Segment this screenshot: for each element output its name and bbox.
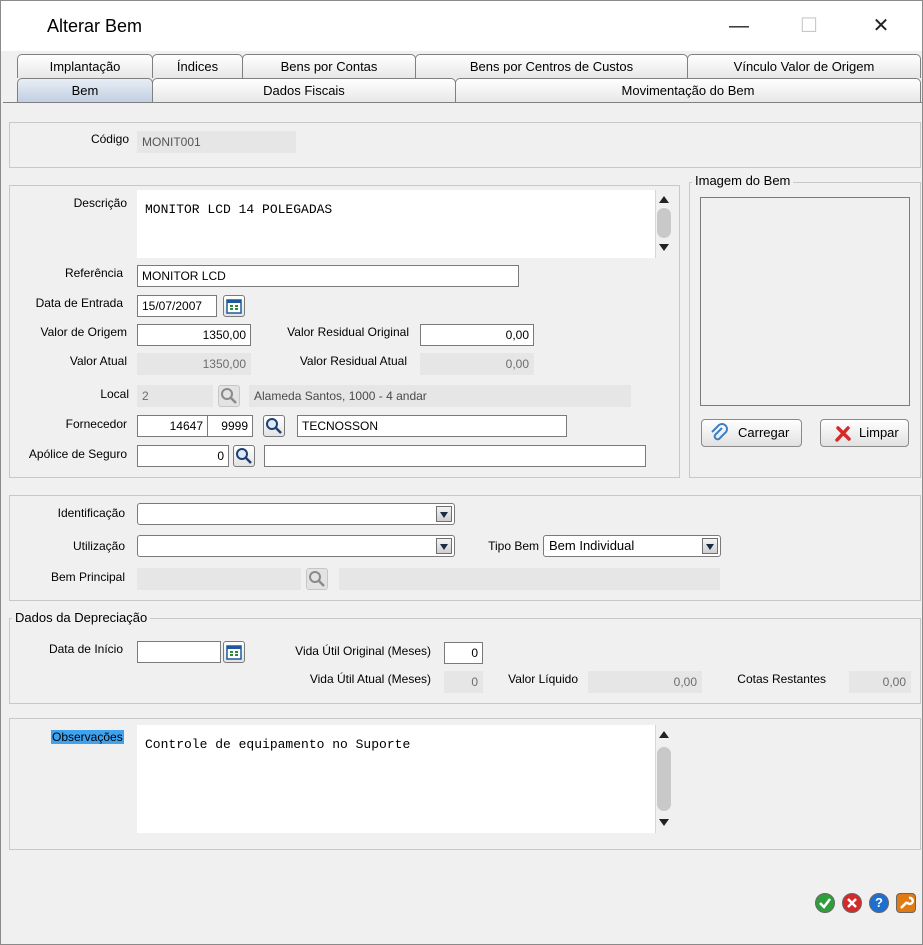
referencia-field[interactable]: MONITOR LCD — [137, 265, 519, 287]
imagem-legend: Imagem do Bem — [692, 173, 794, 188]
local-search-icon — [218, 385, 240, 407]
observacoes-label: Observações — [51, 730, 124, 744]
tab-dados-fiscais[interactable]: Dados Fiscais — [152, 78, 456, 102]
scroll-up-icon[interactable] — [659, 196, 669, 203]
data-inicio-field[interactable] — [137, 641, 221, 663]
data-inicio-label: Data de Início — [48, 642, 123, 656]
chevron-down-icon[interactable] — [436, 538, 452, 554]
tab-movimentacao-do-bem[interactable]: Movimentação do Bem — [455, 78, 921, 102]
fornecedor-search-icon[interactable] — [263, 415, 285, 437]
calendar-icon[interactable] — [223, 295, 245, 317]
valor-liquido-field: 0,00 — [588, 671, 702, 693]
apolice-description-field[interactable] — [264, 445, 646, 467]
valor-residual-original-label: Valor Residual Original — [287, 325, 409, 339]
local-code-field: 2 — [137, 385, 213, 407]
referencia-label: Referência — [64, 266, 123, 280]
window-title: Alterar Bem — [47, 16, 143, 36]
utilizacao-select[interactable] — [137, 535, 455, 557]
tipo-bem-select[interactable]: Bem Individual — [543, 535, 721, 557]
tab-vinculo-valor-de-origem[interactable]: Vínculo Valor de Origem — [687, 54, 921, 78]
scroll-thumb[interactable] — [657, 747, 671, 811]
utilizacao-label: Utilização — [72, 539, 125, 553]
descricao-text: MONITOR LCD 14 POLEGADAS — [145, 202, 333, 217]
check-icon[interactable] — [815, 893, 835, 913]
bem-principal-search-icon — [306, 568, 328, 590]
local-description-field: Alameda Santos, 1000 - 4 andar — [249, 385, 631, 407]
observacoes-memo[interactable]: Controle de equipamento no Suporte — [137, 725, 672, 833]
limpar-label: Limpar — [859, 425, 899, 440]
codigo-label: Código — [90, 132, 129, 146]
identificacao-label: Identificação — [57, 506, 125, 520]
descricao-scrollbar[interactable] — [655, 190, 672, 258]
carregar-button[interactable]: Carregar — [701, 419, 802, 447]
tab-bem[interactable]: Bem — [17, 78, 153, 102]
tab-divider — [3, 102, 922, 103]
title-bar: Alterar Bem — ☐ ✕ — [1, 1, 922, 51]
carregar-label: Carregar — [738, 425, 790, 440]
scroll-thumb[interactable] — [657, 208, 671, 238]
paperclip-icon — [711, 423, 728, 441]
apolice-search-icon[interactable] — [233, 445, 255, 467]
help-icon[interactable]: ? — [869, 893, 889, 913]
valor-residual-original-field[interactable]: 0,00 — [420, 324, 534, 346]
fornecedor-label: Fornecedor — [65, 417, 127, 431]
valor-origem-field[interactable]: 1350,00 — [137, 324, 251, 346]
apolice-field[interactable]: 0 — [137, 445, 229, 467]
bem-principal-code-field — [137, 568, 301, 590]
tab-implantacao[interactable]: Implantação — [17, 54, 153, 78]
vida-util-original-label: Vida Útil Original (Meses) — [295, 644, 431, 658]
scroll-down-icon[interactable] — [659, 244, 669, 251]
scroll-up-icon[interactable] — [659, 731, 669, 738]
fornecedor-store-field[interactable]: 9999 — [207, 415, 253, 437]
observacoes-text: Controle de equipamento no Suporte — [145, 737, 411, 752]
tab-bens-por-centros-de-custos[interactable]: Bens por Centros de Custos — [415, 54, 688, 78]
image-preview — [700, 197, 910, 406]
minimize-button[interactable]: — — [719, 11, 759, 41]
descricao-label: Descrição — [73, 196, 127, 210]
apolice-label: Apólice de Seguro — [28, 447, 127, 461]
vida-util-original-field[interactable]: 0 — [444, 642, 483, 664]
tab-bens-por-contas[interactable]: Bens por Contas — [242, 54, 416, 78]
valor-atual-field: 1350,00 — [137, 353, 251, 375]
calendar-icon[interactable] — [223, 641, 245, 663]
local-label: Local — [100, 387, 129, 401]
cotas-restantes-label: Cotas Restantes — [737, 672, 826, 686]
valor-residual-atual-label: Valor Residual Atual — [299, 354, 407, 368]
vida-util-atual-field: 0 — [444, 671, 483, 693]
maximize-button: ☐ — [800, 15, 818, 37]
observacoes-scrollbar[interactable] — [655, 725, 672, 833]
wrench-icon[interactable] — [896, 893, 916, 913]
bem-principal-description-field — [339, 568, 720, 590]
data-entrada-field[interactable]: 15/07/2007 — [137, 295, 217, 317]
close-button[interactable]: ✕ — [861, 11, 901, 41]
identificacao-select[interactable] — [137, 503, 455, 525]
close-icon[interactable] — [842, 893, 862, 913]
vida-util-atual-label: Vida Útil Atual (Meses) — [309, 672, 431, 686]
chevron-down-icon[interactable] — [702, 538, 718, 554]
tipo-bem-value: Bem Individual — [549, 538, 635, 553]
valor-residual-atual-field: 0,00 — [420, 353, 534, 375]
tab-indices[interactable]: Índices — [152, 54, 243, 78]
depreciacao-legend: Dados da Depreciação — [12, 610, 151, 625]
chevron-down-icon[interactable] — [436, 506, 452, 522]
valor-liquido-label: Valor Líquido — [508, 672, 578, 686]
limpar-button[interactable]: Limpar — [820, 419, 909, 447]
bem-principal-label: Bem Principal — [50, 570, 125, 584]
descricao-memo[interactable]: MONITOR LCD 14 POLEGADAS — [137, 190, 672, 258]
cotas-restantes-field: 0,00 — [849, 671, 911, 693]
valor-origem-label: Valor de Origem — [40, 325, 127, 339]
red-x-icon — [835, 426, 851, 442]
fornecedor-name-field[interactable]: TECNOSSON — [297, 415, 567, 437]
tipo-bem-label: Tipo Bem — [488, 539, 539, 553]
scroll-down-icon[interactable] — [659, 819, 669, 826]
fornecedor-code-field[interactable]: 14647 — [137, 415, 208, 437]
data-entrada-label: Data de Entrada — [35, 296, 123, 310]
alterar-bem-window: Alterar Bem — ☐ ✕ Implantação Índices Be… — [0, 0, 923, 945]
valor-atual-label: Valor Atual — [69, 354, 127, 368]
codigo-field: MONIT001 — [137, 131, 296, 153]
